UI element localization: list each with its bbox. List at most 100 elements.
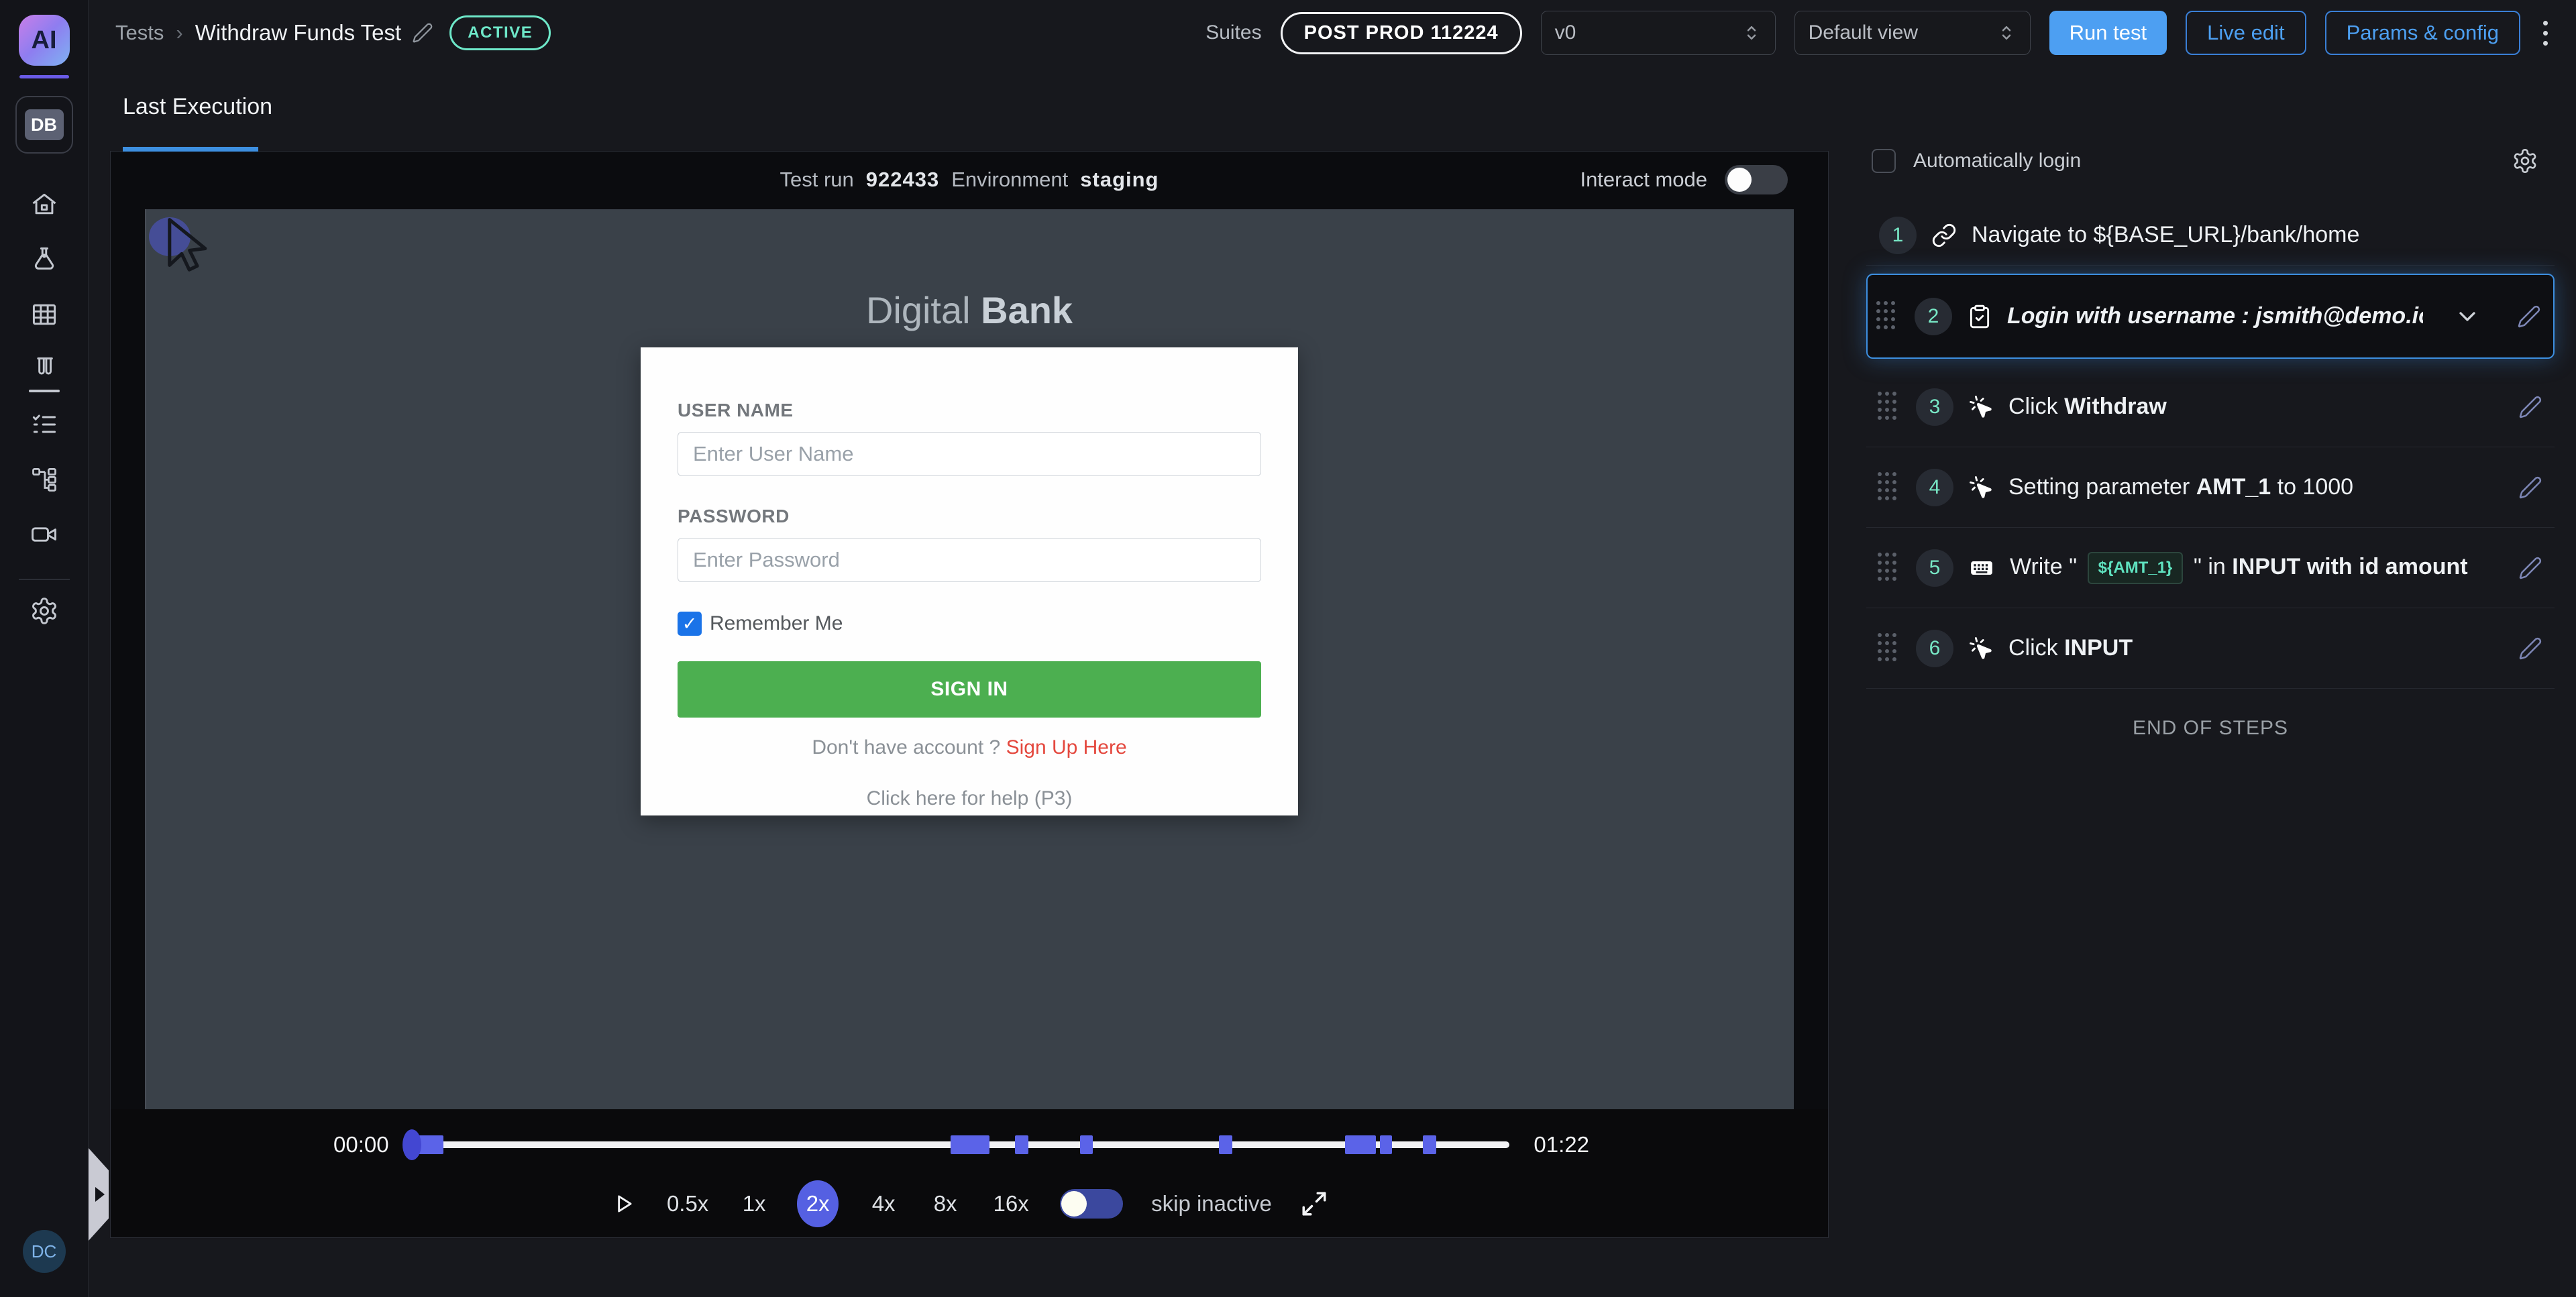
- step-number: 4: [1916, 469, 1953, 506]
- cursor-arrow-icon: [160, 216, 217, 280]
- username-label: USER NAME: [678, 400, 1261, 421]
- chevron-updown-icon: [1996, 23, 2017, 43]
- speed-1x-button[interactable]: 1x: [739, 1191, 769, 1217]
- interact-mode-label: Interact mode: [1580, 168, 1707, 192]
- view-select[interactable]: Default view: [1794, 11, 2031, 55]
- timeline-activity-segment[interactable]: [1080, 1135, 1093, 1154]
- pencil-icon: [2518, 556, 2542, 580]
- sidebar-item-executions[interactable]: [28, 353, 60, 386]
- workspace-switcher[interactable]: DB: [15, 96, 73, 154]
- chevron-down-icon[interactable]: [2454, 303, 2481, 330]
- step-row-5[interactable]: 5 Write " ${AMT_1} " in INPUT with id am…: [1866, 528, 2555, 608]
- video-frame[interactable]: Digital Bank USER NAME PASSWORD ✓ Rememb…: [145, 209, 1794, 1139]
- edit-step-button[interactable]: [2517, 304, 2541, 329]
- password-input[interactable]: [678, 538, 1261, 582]
- run-test-button[interactable]: Run test: [2049, 11, 2167, 55]
- timeline-activity-segment[interactable]: [1380, 1135, 1392, 1154]
- step-row-3[interactable]: 3 Click Withdraw: [1866, 367, 2555, 447]
- drag-handle-icon[interactable]: [1875, 300, 1895, 333]
- gear-icon: [2512, 148, 2538, 174]
- logo-divider: [19, 75, 69, 78]
- step-row-1[interactable]: 1 Navigate to ${BASE_URL}/bank/home: [1866, 205, 2555, 266]
- app-logo-icon[interactable]: AI: [19, 15, 70, 66]
- speed-0.5x-button[interactable]: 0.5x: [664, 1191, 711, 1217]
- drag-handle-icon[interactable]: [1876, 471, 1896, 504]
- topbar: Tests › Withdraw Funds Test ACTIVE Suite…: [89, 0, 2576, 66]
- step-number: 6: [1916, 630, 1953, 667]
- drag-handle-icon[interactable]: [1876, 390, 1896, 424]
- timeline[interactable]: [413, 1129, 1510, 1160]
- username-input[interactable]: [678, 432, 1261, 476]
- timeline-track[interactable]: [413, 1141, 1510, 1148]
- speed-16x-button[interactable]: 16x: [990, 1191, 1032, 1217]
- sidebar: AI DB DC: [0, 0, 89, 1297]
- keyboard-icon: [1968, 555, 1995, 581]
- step-number: 2: [1915, 298, 1952, 335]
- no-account-text: Don't have account ?: [812, 736, 1000, 758]
- cursor-click-icon: [1968, 394, 1994, 420]
- drag-handle-icon[interactable]: [1876, 551, 1896, 585]
- edit-step-button[interactable]: [2518, 395, 2542, 419]
- environment-label: Environment: [951, 168, 1068, 192]
- tab-active-indicator: [123, 147, 258, 152]
- sidebar-item-tests[interactable]: [28, 243, 60, 276]
- timeline-activity-segment[interactable]: [1423, 1135, 1436, 1154]
- sidebar-item-checklist[interactable]: [28, 408, 60, 441]
- version-select[interactable]: v0: [1541, 11, 1776, 55]
- tab-last-execution[interactable]: Last Execution: [123, 94, 272, 152]
- step-text: Navigate to ${BASE_URL}/bank/home: [1972, 222, 2359, 248]
- timeline-activity-segment[interactable]: [1345, 1135, 1376, 1154]
- fullscreen-button[interactable]: [1300, 1190, 1328, 1218]
- sidebar-item-settings[interactable]: [28, 595, 60, 627]
- clipboard-check-icon: [1967, 304, 1992, 329]
- timeline-activity-segment[interactable]: [417, 1135, 443, 1154]
- cursor-click-icon: [1968, 636, 1994, 661]
- speed-2x-button[interactable]: 2x: [797, 1180, 839, 1227]
- steps-settings-button[interactable]: [2512, 148, 2538, 174]
- sidebar-item-suites[interactable]: [28, 298, 60, 331]
- breadcrumb-tests[interactable]: Tests: [115, 21, 164, 45]
- interact-mode-toggle[interactable]: [1725, 165, 1788, 194]
- timeline-scrubber[interactable]: [402, 1129, 421, 1160]
- more-options-button[interactable]: [2539, 21, 2552, 46]
- gear-icon: [30, 596, 59, 626]
- edit-title-button[interactable]: [412, 22, 433, 44]
- step-row-2-selected[interactable]: 2 Login with username : jsmith@demo.io a…: [1866, 274, 2555, 359]
- page-title: Withdraw Funds Test: [195, 20, 402, 46]
- sign-in-button[interactable]: SIGN IN: [678, 661, 1261, 718]
- steps-panel: Automatically login 1 Navigate to ${BASE…: [1860, 66, 2576, 1297]
- live-edit-button[interactable]: Live edit: [2186, 11, 2306, 55]
- environment-value: staging: [1080, 168, 1159, 192]
- params-config-button[interactable]: Params & config: [2325, 11, 2520, 55]
- user-avatar[interactable]: DC: [23, 1230, 66, 1273]
- speed-4x-button[interactable]: 4x: [867, 1191, 900, 1217]
- pencil-icon: [2518, 395, 2542, 419]
- tab-label: Last Execution: [123, 94, 272, 120]
- timeline-activity-segment[interactable]: [1219, 1135, 1232, 1154]
- skip-inactive-toggle[interactable]: [1060, 1189, 1123, 1219]
- recorded-cursor: [149, 215, 223, 288]
- edit-step-button[interactable]: [2518, 475, 2542, 500]
- edit-step-button[interactable]: [2518, 636, 2542, 661]
- remember-me-checkbox[interactable]: ✓: [678, 612, 702, 636]
- suite-pill[interactable]: POST PROD 112224: [1281, 12, 1522, 54]
- timeline-activity-segment[interactable]: [951, 1135, 990, 1154]
- tree-icon: [30, 465, 59, 494]
- auto-login-checkbox[interactable]: [1872, 149, 1896, 173]
- parameter-chip: ${AMT_1}: [2088, 552, 2184, 584]
- sidebar-item-recordings[interactable]: [28, 518, 60, 551]
- help-link[interactable]: Click here for help (P3): [678, 787, 1261, 810]
- speed-8x-button[interactable]: 8x: [928, 1191, 962, 1217]
- sidebar-item-flows[interactable]: [28, 463, 60, 496]
- app-root: AI DB DC Tes: [0, 0, 2576, 1297]
- edit-step-button[interactable]: [2518, 556, 2542, 580]
- step-row-6[interactable]: 6 Click INPUT: [1866, 608, 2555, 689]
- bank-title-light: Digital: [866, 289, 971, 331]
- play-button[interactable]: [610, 1191, 636, 1217]
- sign-up-link[interactable]: Sign Up Here: [1006, 736, 1127, 758]
- step-row-4[interactable]: 4 Setting parameter AMT_1 to 1000: [1866, 447, 2555, 528]
- timeline-activity-segment[interactable]: [1015, 1135, 1028, 1154]
- drag-handle-icon[interactable]: [1876, 632, 1896, 665]
- test-tubes-icon: [30, 355, 59, 384]
- sidebar-item-home[interactable]: [28, 188, 60, 221]
